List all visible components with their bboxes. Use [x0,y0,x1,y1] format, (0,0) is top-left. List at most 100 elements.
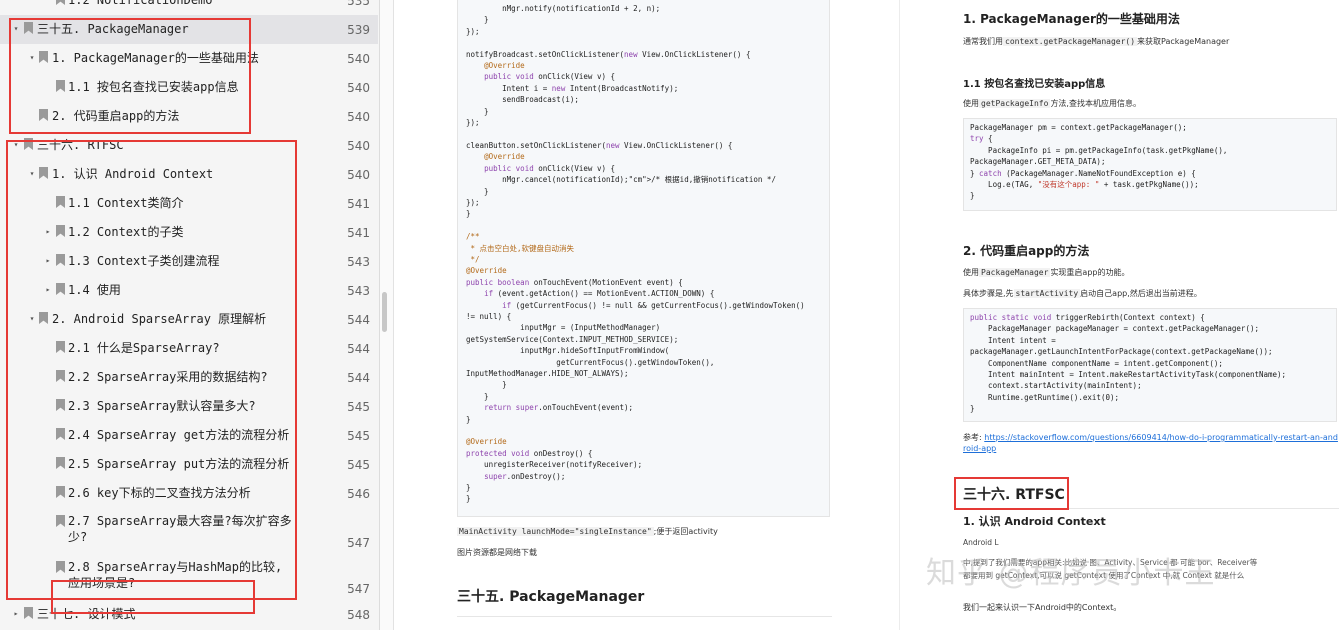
outline-item[interactable]: 2.1 什么是SparseArray? 544 [0,334,378,363]
chevron-right-icon[interactable]: ▸ [43,284,53,296]
intro-post: 来获取PackageManager [1137,37,1230,46]
outline-item[interactable]: 2.5 SparseArray put方法的流程分析 545 [0,450,378,479]
bookmark-icon [56,457,65,469]
outline-item-page: 535 [347,0,370,8]
chevron-right-icon[interactable]: ▸ [43,226,53,238]
chevron-right-icon[interactable]: ▸ [11,608,21,620]
restart-pre: 使用 [963,268,979,277]
outline-item[interactable]: ▾ 1. 认识 Android Context 540 [0,160,378,189]
outline-item-label: 三十六. RTFSC [37,138,124,152]
bookmark-icon [56,515,65,527]
bookmark-icon [39,51,48,63]
bookmark-icon [39,312,48,324]
steps-code: startActivity [1013,289,1081,298]
code-text: nMgr.notify(notificationId + 2, n); } })… [466,4,805,504]
outline-item[interactable]: ▾ 2. Android SparseArray 原理解析 544 [0,305,378,334]
outline-item[interactable]: 2.2 SparseArray采用的数据结构? 544 [0,363,378,392]
outline-item-page: 548 [347,608,370,622]
chevron-down-icon[interactable]: ▾ [27,52,37,64]
android-l-text: Android L [963,538,999,547]
outline-item-page: 547 [347,536,370,550]
outline-item-label: 1.1 按包名查找已安装app信息 [68,80,239,94]
section-heading-packagemanager: 三十五. PackageManager [457,589,645,605]
outline-item[interactable]: ▾ 1. PackageManager的一些基础用法 540 [0,44,378,73]
restart-code: PackageManager [979,268,1051,277]
heading-android-context: 1. 认识 Android Context [963,515,1106,528]
bookmark-icon [39,167,48,179]
outline-item[interactable]: 2.3 SparseArray默认容量多大? 545 [0,392,378,421]
outline-item-page: 543 [347,284,370,298]
bookmark-icon [56,561,65,573]
bookmark-icon [56,225,65,237]
context-intro-last: 我们一起来认识一下Android中的Context。 [963,603,1122,612]
outline-item[interactable]: 2.4 SparseArray get方法的流程分析 545 [0,421,378,450]
bookmark-icon [56,399,65,411]
outline-item[interactable]: ▸ 1.3 Context子类创建流程 543 [0,247,378,276]
outline-item-label: 1.4 使用 [68,283,121,297]
outline-item-page: 541 [347,197,370,211]
outline-item-page: 539 [347,23,370,37]
bookmark-icon [24,607,33,619]
outline-item-label: 2.2 SparseArray采用的数据结构? [68,370,268,384]
section-heading-rtfsc: 三十六. RTFSC [963,487,1065,503]
heading-packagemanager-basics: 1. PackageManager的一些基础用法 [963,12,1180,26]
reference-link[interactable]: https://stackoverflow.com/questions/6609… [963,433,1338,453]
bookmark-icon [56,486,65,498]
bookmark-icon [56,341,65,353]
launchmode-note: MainActivity launchMode="singleInstance"… [457,526,718,537]
code-block-trigger-rebirth: public static void triggerRebirth(Contex… [963,308,1337,422]
chevron-right-icon[interactable]: ▸ [43,255,53,267]
outline-item-page: 540 [347,81,370,95]
steps-post: 启动自己app,然后退出当前进程。 [1080,289,1202,298]
outline-item[interactable]: 1.2 NotificationDemo 535 [0,0,378,15]
outline-item-label: 1.2 NotificationDemo [68,0,213,7]
chevron-down-icon[interactable]: ▾ [27,168,37,180]
image-source-note: 图片资源都是网络下载 [457,548,537,557]
steps-paragraph: 具体步骤是,先 startActivity 启动自己app,然后退出当前进程。 [963,288,1202,299]
outline-item-page: 540 [347,110,370,124]
outline-item-label: 2.1 什么是SparseArray? [68,341,220,355]
outline-item-label: 2.4 SparseArray get方法的流程分析 [68,428,290,442]
bookmark-icon [24,22,33,34]
bookmark-icon [56,196,65,208]
code-block-getpackageinfo: PackageManager pm = context.getPackageMa… [963,118,1337,211]
chevron-down-icon[interactable]: ▾ [11,139,21,151]
outline-item-label: 2.7 SparseArray最大容量?每次扩容多少? [68,514,292,544]
outline-item[interactable]: ▸ 1.4 使用 543 [0,276,378,305]
outline-item[interactable]: ▾ 三十六. RTFSC 540 [0,131,378,160]
bookmark-icon [56,283,65,295]
bookmark-icon [56,370,65,382]
zhihu-watermark: 知乎 @程序员小卡王 [926,556,1216,591]
chevron-down-icon[interactable]: ▾ [27,313,37,325]
outline-item-page: 545 [347,429,370,443]
find-paragraph: 使用 getPackageInfo 方法,查找本机应用信息。 [963,98,1141,109]
reference-label: 参考: [963,433,982,442]
outline-item[interactable]: ▸ 三十七. 设计模式 548 [0,600,378,629]
outline-item-page: 541 [347,226,370,240]
outline-item[interactable]: 1.1 Context类简介 541 [0,189,378,218]
outline-item[interactable]: ▾ 三十五. PackageManager 539 [0,15,378,44]
bookmark-icon [56,80,65,92]
launchmode-text: ;便于返回activity [653,527,718,536]
chevron-down-icon[interactable]: ▾ [11,23,21,35]
outline-item-page: 540 [347,139,370,153]
document-page-left: nMgr.notify(notificationId + 2, n); } })… [395,0,900,630]
outline-item-page: 544 [347,371,370,385]
sidebar-scrollbar-thumb[interactable] [382,292,387,332]
outline-item-label: 2.6 key下标的二叉查找方法分析 [68,486,251,500]
outline-item[interactable]: 2.7 SparseArray最大容量?每次扩容多少? 547 [0,508,378,554]
restart-paragraph: 使用 PackageManager 实现重启app的功能。 [963,267,1130,278]
outline-item[interactable]: ▸ 1.2 Context的子类 541 [0,218,378,247]
outline-item[interactable]: 2. 代码重启app的方法 540 [0,102,378,131]
bookmark-icon [24,138,33,150]
outline-item[interactable]: 1.1 按包名查找已安装app信息 540 [0,73,378,102]
outline-item[interactable]: 2.6 key下标的二叉查找方法分析 546 [0,479,378,508]
code-text: PackageManager pm = context.getPackageMa… [970,123,1228,201]
outline-item-page: 546 [347,487,370,501]
outline-item-label: 1. PackageManager的一些基础用法 [52,51,259,65]
outline-item-label: 1.2 Context的子类 [68,225,184,239]
launchmode-code: MainActivity launchMode="singleInstance" [457,527,654,536]
outline-item[interactable]: 2.8 SparseArray与HashMap的比较,应用场景是? 547 [0,554,378,600]
find-code: getPackageInfo [979,99,1051,108]
outline-item-label: 2.5 SparseArray put方法的流程分析 [68,457,290,471]
